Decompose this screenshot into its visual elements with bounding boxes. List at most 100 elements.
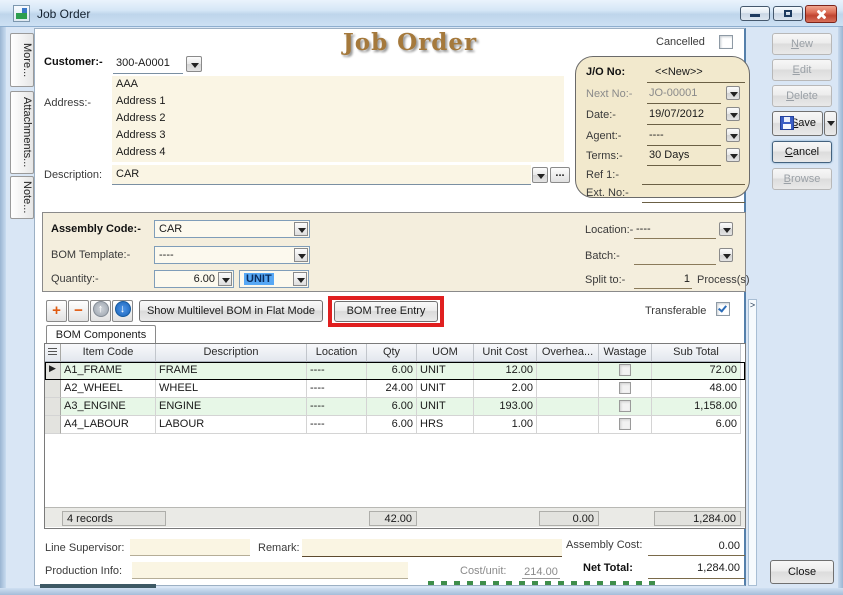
selector-header[interactable]: [45, 344, 61, 362]
cell-overhead[interactable]: [537, 380, 599, 398]
location-field[interactable]: ----: [634, 220, 716, 239]
col-header-overhead[interactable]: Overhea...: [537, 344, 599, 362]
assembly-code-dropdown[interactable]: [294, 222, 308, 236]
customer-dropdown-button[interactable]: [186, 56, 202, 72]
wastage-checkbox[interactable]: [619, 364, 631, 376]
cell-wastage[interactable]: [599, 380, 652, 398]
bom-template-dropdown[interactable]: [294, 248, 308, 262]
side-tab-note[interactable]: Note...: [10, 176, 34, 219]
ref1-field[interactable]: [642, 166, 745, 185]
cell-wastage[interactable]: [599, 362, 652, 380]
table-row[interactable]: ▶ A1_FRAME FRAME ---- 6.00 UNIT 12.00 72…: [45, 362, 745, 380]
cell-item-code[interactable]: A3_ENGINE: [61, 398, 156, 416]
production-info-input[interactable]: [132, 562, 408, 579]
browse-button[interactable]: Browse: [772, 168, 832, 190]
agent-dropdown-button[interactable]: [726, 128, 740, 142]
cell-location[interactable]: ----: [307, 416, 367, 434]
col-header-description[interactable]: Description: [156, 344, 307, 362]
table-row[interactable]: A2_WHEEL WHEEL ---- 24.00 UNIT 2.00 48.0…: [45, 380, 745, 398]
date-dropdown-button[interactable]: [726, 107, 740, 121]
cell-unit-cost[interactable]: 193.00: [474, 398, 537, 416]
flat-mode-button[interactable]: Show Multilevel BOM in Flat Mode: [139, 300, 323, 322]
remark-input[interactable]: [302, 539, 562, 557]
wastage-checkbox[interactable]: [619, 382, 631, 394]
cell-unit-cost[interactable]: 12.00: [474, 362, 537, 380]
cell-location[interactable]: ----: [307, 380, 367, 398]
description-dropdown-button[interactable]: [532, 167, 548, 183]
cell-description[interactable]: ENGINE: [156, 398, 307, 416]
save-button[interactable]: Save: [772, 111, 823, 136]
save-split-dropdown-button[interactable]: [824, 111, 837, 136]
batch-dropdown-button[interactable]: [719, 248, 733, 262]
col-header-wastage[interactable]: Wastage: [599, 344, 652, 362]
customer-field[interactable]: 300-A0001: [113, 53, 183, 74]
side-tab-attachments[interactable]: Attachments...: [10, 91, 34, 174]
bom-tree-entry-button[interactable]: BOM Tree Entry: [334, 301, 438, 322]
cell-item-code[interactable]: A2_WHEEL: [61, 380, 156, 398]
cancel-button[interactable]: Cancel: [772, 141, 832, 163]
cell-qty[interactable]: 6.00: [367, 398, 417, 416]
transferable-checkbox[interactable]: [716, 302, 730, 316]
description-field[interactable]: CAR: [112, 165, 531, 185]
bom-template-combo[interactable]: ----: [154, 246, 310, 264]
terms-dropdown-button[interactable]: [726, 148, 740, 162]
cell-item-code[interactable]: A1_FRAME: [61, 362, 156, 380]
cell-uom[interactable]: HRS: [417, 416, 474, 434]
close-button[interactable]: Close: [770, 560, 834, 584]
cell-unit-cost[interactable]: 2.00: [474, 380, 537, 398]
move-down-button[interactable]: ↓: [112, 300, 133, 322]
cell-description[interactable]: WHEEL: [156, 380, 307, 398]
col-header-qty[interactable]: Qty: [367, 344, 417, 362]
split-to-field[interactable]: 1: [634, 270, 692, 289]
table-row[interactable]: A4_LABOUR LABOUR ---- 6.00 HRS 1.00 6.00: [45, 416, 745, 434]
move-up-button[interactable]: ↑: [90, 300, 111, 322]
add-row-button[interactable]: +: [46, 300, 67, 322]
assembly-code-combo[interactable]: CAR: [154, 220, 310, 238]
cell-overhead[interactable]: [537, 416, 599, 434]
cell-location[interactable]: ----: [307, 362, 367, 380]
title-bar[interactable]: Job Order: [0, 0, 843, 27]
remove-row-button[interactable]: −: [68, 300, 89, 322]
uom-combo[interactable]: UNIT: [239, 270, 309, 288]
cell-overhead[interactable]: [537, 362, 599, 380]
cell-qty[interactable]: 6.00: [367, 362, 417, 380]
ext-no-field[interactable]: [642, 184, 745, 203]
line-supervisor-input[interactable]: [130, 539, 250, 556]
date-field[interactable]: 19/07/2012: [647, 105, 721, 125]
col-header-uom[interactable]: UOM: [417, 344, 474, 362]
cell-description[interactable]: FRAME: [156, 362, 307, 380]
cell-uom[interactable]: UNIT: [417, 362, 474, 380]
terms-field[interactable]: 30 Days: [647, 146, 721, 166]
cell-unit-cost[interactable]: 1.00: [474, 416, 537, 434]
tab-bom-components[interactable]: BOM Components: [46, 325, 156, 344]
wastage-checkbox[interactable]: [619, 400, 631, 412]
cell-wastage[interactable]: [599, 398, 652, 416]
side-tab-more[interactable]: More...: [10, 33, 34, 87]
cell-uom[interactable]: UNIT: [417, 380, 474, 398]
cost-per-unit-value[interactable]: 214.00: [522, 566, 560, 579]
cell-description[interactable]: LABOUR: [156, 416, 307, 434]
cell-wastage[interactable]: [599, 416, 652, 434]
maximize-button[interactable]: [773, 6, 803, 21]
cell-qty[interactable]: 24.00: [367, 380, 417, 398]
description-browse-button[interactable]: ...: [550, 167, 570, 183]
cell-overhead[interactable]: [537, 398, 599, 416]
next-no-dropdown-button[interactable]: [726, 86, 740, 100]
cell-sub-total[interactable]: 6.00: [652, 416, 741, 434]
cell-sub-total[interactable]: 72.00: [652, 362, 741, 380]
col-header-unit-cost[interactable]: Unit Cost: [474, 344, 537, 362]
cell-sub-total[interactable]: 48.00: [652, 380, 741, 398]
splitter-handle[interactable]: >: [748, 299, 757, 586]
minimize-button[interactable]: [740, 6, 770, 21]
cell-item-code[interactable]: A4_LABOUR: [61, 416, 156, 434]
col-header-item-code[interactable]: Item Code: [61, 344, 156, 362]
cell-uom[interactable]: UNIT: [417, 398, 474, 416]
new-button[interactable]: New: [772, 33, 832, 55]
agent-field[interactable]: ----: [647, 126, 721, 146]
quantity-field[interactable]: 6.00: [154, 270, 234, 288]
table-row[interactable]: A3_ENGINE ENGINE ---- 6.00 UNIT 193.00 1…: [45, 398, 745, 416]
batch-field[interactable]: [634, 246, 716, 265]
location-dropdown-button[interactable]: [719, 222, 733, 236]
wastage-checkbox[interactable]: [619, 418, 631, 430]
delete-button[interactable]: Delete: [772, 85, 832, 107]
